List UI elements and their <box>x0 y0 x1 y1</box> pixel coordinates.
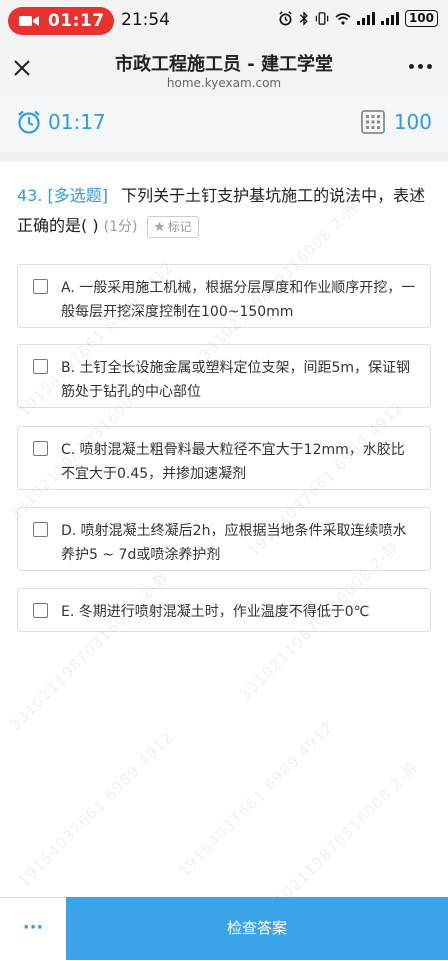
question-stem: 43. [多选题] 下列关于土钉支护基坑施工的说法中，表述正确的是( ) (1分… <box>17 181 432 242</box>
question-number: 43. <box>17 186 43 205</box>
option-d[interactable]: D. 喷射混凝土终凝后2h，应根据当地条件采取连续喷水养护5 ~ 7d或喷涂养护… <box>17 507 431 571</box>
elapsed-time: 01:17 <box>48 110 106 134</box>
check-answer-button[interactable]: 检查答案 <box>66 897 448 960</box>
record-time: 01:17 <box>48 11 105 31</box>
timer-bar: 01:17 100 <box>0 96 448 152</box>
signal-icon <box>356 12 375 25</box>
question-type: [多选题] <box>47 186 109 205</box>
video-camera-icon <box>19 16 39 26</box>
more-menu-icon[interactable] <box>409 64 432 69</box>
option-text: A. 一般采用施工机械，根据分层厚度和作业顺序开挖，一般每层开挖深度控制在100… <box>61 280 416 320</box>
checkbox[interactable] <box>33 359 48 374</box>
bluetooth-icon <box>299 11 308 26</box>
option-text: C. 喷射混凝土粗骨料最大粒径不宜大于12mm，水胶比不宜大于0.45，并掺加速… <box>61 442 405 482</box>
checkbox[interactable] <box>33 603 48 618</box>
checkbox[interactable] <box>33 522 48 537</box>
watermark-text: 19154037661 6989 4912 <box>14 727 178 891</box>
option-e[interactable]: E. 冬期进行喷射混凝土时，作业温度不得低于0℃ <box>17 588 431 632</box>
watermark-text: 19154037661 6989 4912 <box>174 717 338 881</box>
exam-timer: 01:17 <box>16 109 106 135</box>
vibrate-icon <box>315 12 329 25</box>
mark-button[interactable]: 标记 <box>146 215 199 238</box>
bottom-bar: ··· 检查答案 <box>0 897 448 961</box>
question-score: (1分) <box>103 219 138 235</box>
option-text: B. 土钉全长设施金属或塑料定位支架，间距5m，保证钢筋处于钻孔的中心部位 <box>61 360 411 400</box>
divider <box>0 152 448 162</box>
option-a[interactable]: A. 一般采用施工机械，根据分层厚度和作业顺序开挖，一般每层开挖深度控制在100… <box>17 264 431 328</box>
checkbox[interactable] <box>33 441 48 456</box>
status-bar: 01:17 21:54 100 <box>0 0 448 40</box>
mark-label: 标记 <box>167 219 192 234</box>
question-total: 100 <box>393 110 432 134</box>
answer-sheet-icon <box>360 110 385 134</box>
alarm-clock-icon <box>18 110 40 134</box>
page-title: 市政工程施工员 - 建工学堂 <box>114 54 333 75</box>
option-c[interactable]: C. 喷射混凝土粗骨料最大粒径不宜大于12mm，水胶比不宜大于0.45，并掺加速… <box>17 426 431 490</box>
clock: 21:54 <box>121 10 170 30</box>
question-card-button[interactable]: 100 <box>360 109 432 135</box>
battery-icon: 100 <box>404 10 438 27</box>
nav-bar: 市政工程施工员 - 建工学堂 home.kyexam.com <box>0 40 448 96</box>
signal-icon-2 <box>380 12 399 25</box>
screen-record-indicator[interactable]: 01:17 <box>8 7 114 35</box>
more-button[interactable]: ··· <box>0 897 66 961</box>
system-icons: 100 <box>278 10 438 27</box>
option-b[interactable]: B. 土钉全长设施金属或塑料定位支架，间距5m，保证钢筋处于钻孔的中心部位 <box>17 344 431 408</box>
option-text: E. 冬期进行喷射混凝土时，作业温度不得低于0℃ <box>61 604 370 620</box>
star-icon <box>154 221 165 232</box>
page-url: home.kyexam.com <box>166 76 282 90</box>
alarm-icon <box>279 11 292 26</box>
option-text: D. 喷射混凝土终凝后2h，应根据当地条件采取连续喷水养护5 ~ 7d或喷涂养护… <box>61 523 407 563</box>
checkbox[interactable] <box>33 279 48 294</box>
wifi-icon <box>335 13 351 25</box>
